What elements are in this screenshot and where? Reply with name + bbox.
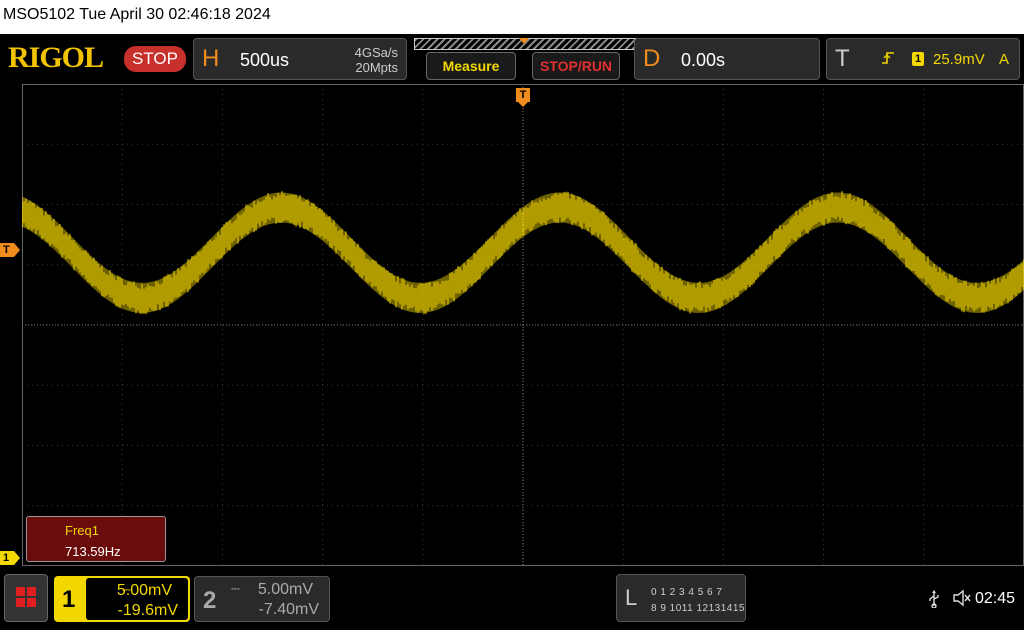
channel-1-offset: -19.6mV [117,602,178,619]
trigger-letter: T [835,45,850,72]
waveform-display[interactable] [22,84,1024,566]
ch1-offset-marker[interactable]: 1 [0,551,20,565]
menu-grid-icon [16,598,25,607]
channel-2-scale: 5.00mV [257,581,313,598]
menu-grid-icon [27,598,36,607]
measurement-value: 713.59Hz [65,544,121,559]
sample-rate: 4GSa/s [354,45,398,60]
system-clock: 02:45 [975,590,1016,607]
trigger-time-marker-label: T [516,88,530,102]
main-menu-button[interactable] [4,574,48,622]
trigger-settings[interactable]: T 1 25.9mV A [826,38,1020,80]
channel-2-number: 2 [203,587,217,614]
trigger-level-value: 25.9mV [933,51,985,68]
trigger-time-marker[interactable]: T [516,88,530,108]
dc-coupling-icon: ⎓ [231,583,241,595]
graticule [22,84,1024,566]
logic-channels-row-2: 8 9 1011 12131415 [651,603,745,614]
rising-edge-icon [881,51,895,68]
ch1-offset-marker-label: 1 [0,551,14,565]
window-title: MSO5102 Tue April 30 02:46:18 2024 [3,6,271,23]
channel-1-number: 1 [62,586,76,613]
trigger-level-marker-label: T [0,243,14,257]
channel-1-scale: 5.00mV [116,582,172,599]
run-state-badge[interactable]: STOP [124,46,186,72]
delay-letter: D [643,45,661,72]
measurement-result-panel[interactable]: Freq1 713.59Hz [26,516,166,562]
stop-run-button[interactable]: STOP/RUN [532,52,620,80]
memory-depth: 20Mpts [355,60,398,75]
trigger-source-badge: 1 [912,52,924,66]
menu-grid-icon [27,587,36,596]
window-titlebar: MSO5102 Tue April 30 02:46:18 2024 [0,0,1024,34]
horizontal-settings[interactable]: H 500us 4GSa/s 20Mpts [193,38,407,80]
usb-icon [928,590,940,613]
trigger-mode: A [998,51,1009,68]
measure-button[interactable]: Measure [426,52,516,80]
channel-2-offset: -7.40mV [258,601,319,618]
speaker-muted-icon[interactable] [952,589,972,612]
trigger-level-marker-tip-icon [14,243,20,257]
top-status-bar: RIGOL STOP H 500us 4GSa/s 20Mpts Measure… [0,34,1024,84]
logic-analyzer-settings[interactable]: L 0 1 2 3 4 5 6 7 8 9 1011 12131415 [616,574,746,622]
measurement-name: Freq1 [65,523,99,538]
delay-value: 0.00s [681,50,726,70]
timebase-value: 500us [240,50,290,70]
bottom-status-bar: 1 ⎓ 5.00mV -19.6mV 2 ⎓ 5.00mV -7.40mV L … [0,568,1024,630]
grid-lines [22,84,1024,566]
channel-1-readout: ⎓ 5.00mV -19.6mV [86,578,188,620]
horizontal-letter: H [202,45,220,72]
logic-letter: L [625,585,638,610]
delay-settings[interactable]: D 0.00s [634,38,820,80]
logic-channels-row-1: 0 1 2 3 4 5 6 7 [651,587,723,598]
trigger-time-marker-tip-icon [518,102,528,107]
channel-1-settings[interactable]: 1 ⎓ 5.00mV -19.6mV [54,576,190,622]
menu-grid-icon [16,587,25,596]
acquisition-info: 4GSa/s 20Mpts [355,45,398,75]
trigger-position-marker-icon [519,38,529,44]
channel-2-settings[interactable]: 2 ⎓ 5.00mV -7.40mV [194,576,330,622]
ch1-offset-marker-tip-icon [14,551,20,565]
trigger-level-marker[interactable]: T [0,243,20,257]
rigol-logo: RIGOL [8,41,104,74]
